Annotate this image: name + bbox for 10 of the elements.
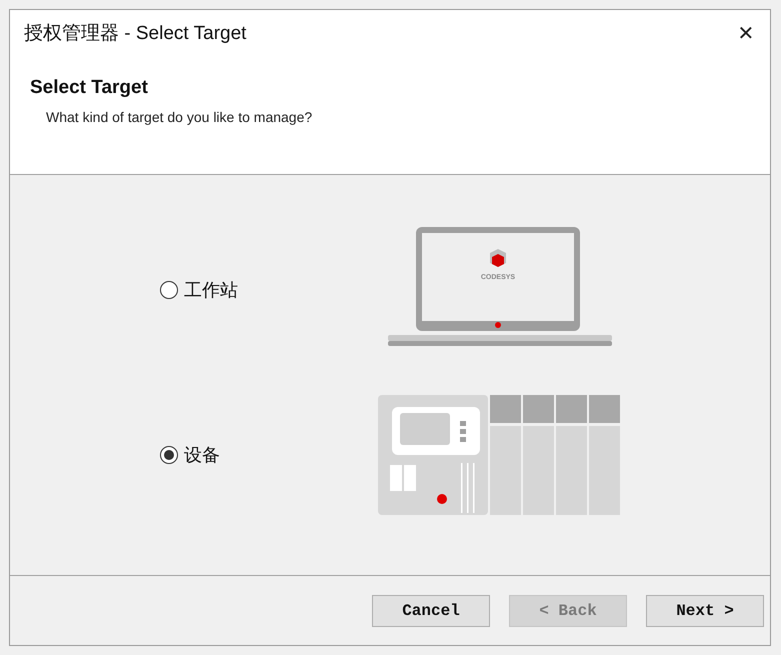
- radio-option[interactable]: 工作站: [160, 276, 386, 304]
- close-button[interactable]: ✕: [728, 16, 764, 52]
- dialog-button[interactable]: Cancel: [372, 594, 490, 626]
- dialog-button[interactable]: Next >: [646, 594, 764, 626]
- window-title: 授权管理器 - Select Target: [24, 22, 246, 46]
- page-subtitle: What kind of target do you like to manage?: [46, 108, 312, 127]
- page-title: Select Target: [30, 76, 148, 100]
- radio-option[interactable]: 设备: [160, 442, 386, 468]
- radio-button[interactable]: [160, 281, 178, 299]
- radio-button[interactable]: [160, 446, 178, 464]
